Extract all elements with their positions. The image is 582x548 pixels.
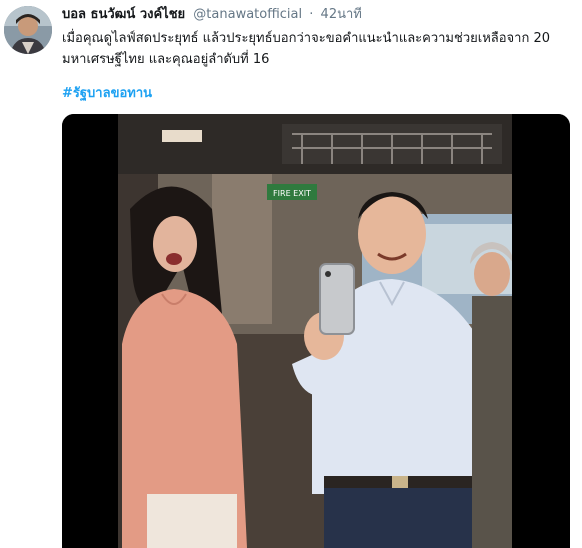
display-name[interactable]: บอล ธนวัฒน์ วงค์ไชย xyxy=(62,7,185,22)
user-handle[interactable]: @tanawatofficial xyxy=(193,7,302,22)
avatar-photo xyxy=(4,6,52,54)
fire-exit-sign: FIRE EXIT xyxy=(273,189,311,198)
avatar[interactable] xyxy=(4,6,52,54)
video-frame: FIRE EXIT xyxy=(62,114,570,548)
hashtag-link[interactable]: #รัฐบาลขอทาน xyxy=(62,85,152,103)
tweet-text: เมื่อคุณดูไลฟ์สดประยุทธ์ แล้วประยุทธ์บอก… xyxy=(62,31,550,67)
tweet-timestamp[interactable]: 42นาที xyxy=(321,7,362,22)
separator-dot: · xyxy=(309,7,314,22)
tweet-header: บอล ธนวัฒน์ วงค์ไชย @tanawatofficial · 4… xyxy=(62,6,362,24)
video-media[interactable]: FIRE EXIT xyxy=(62,114,570,548)
